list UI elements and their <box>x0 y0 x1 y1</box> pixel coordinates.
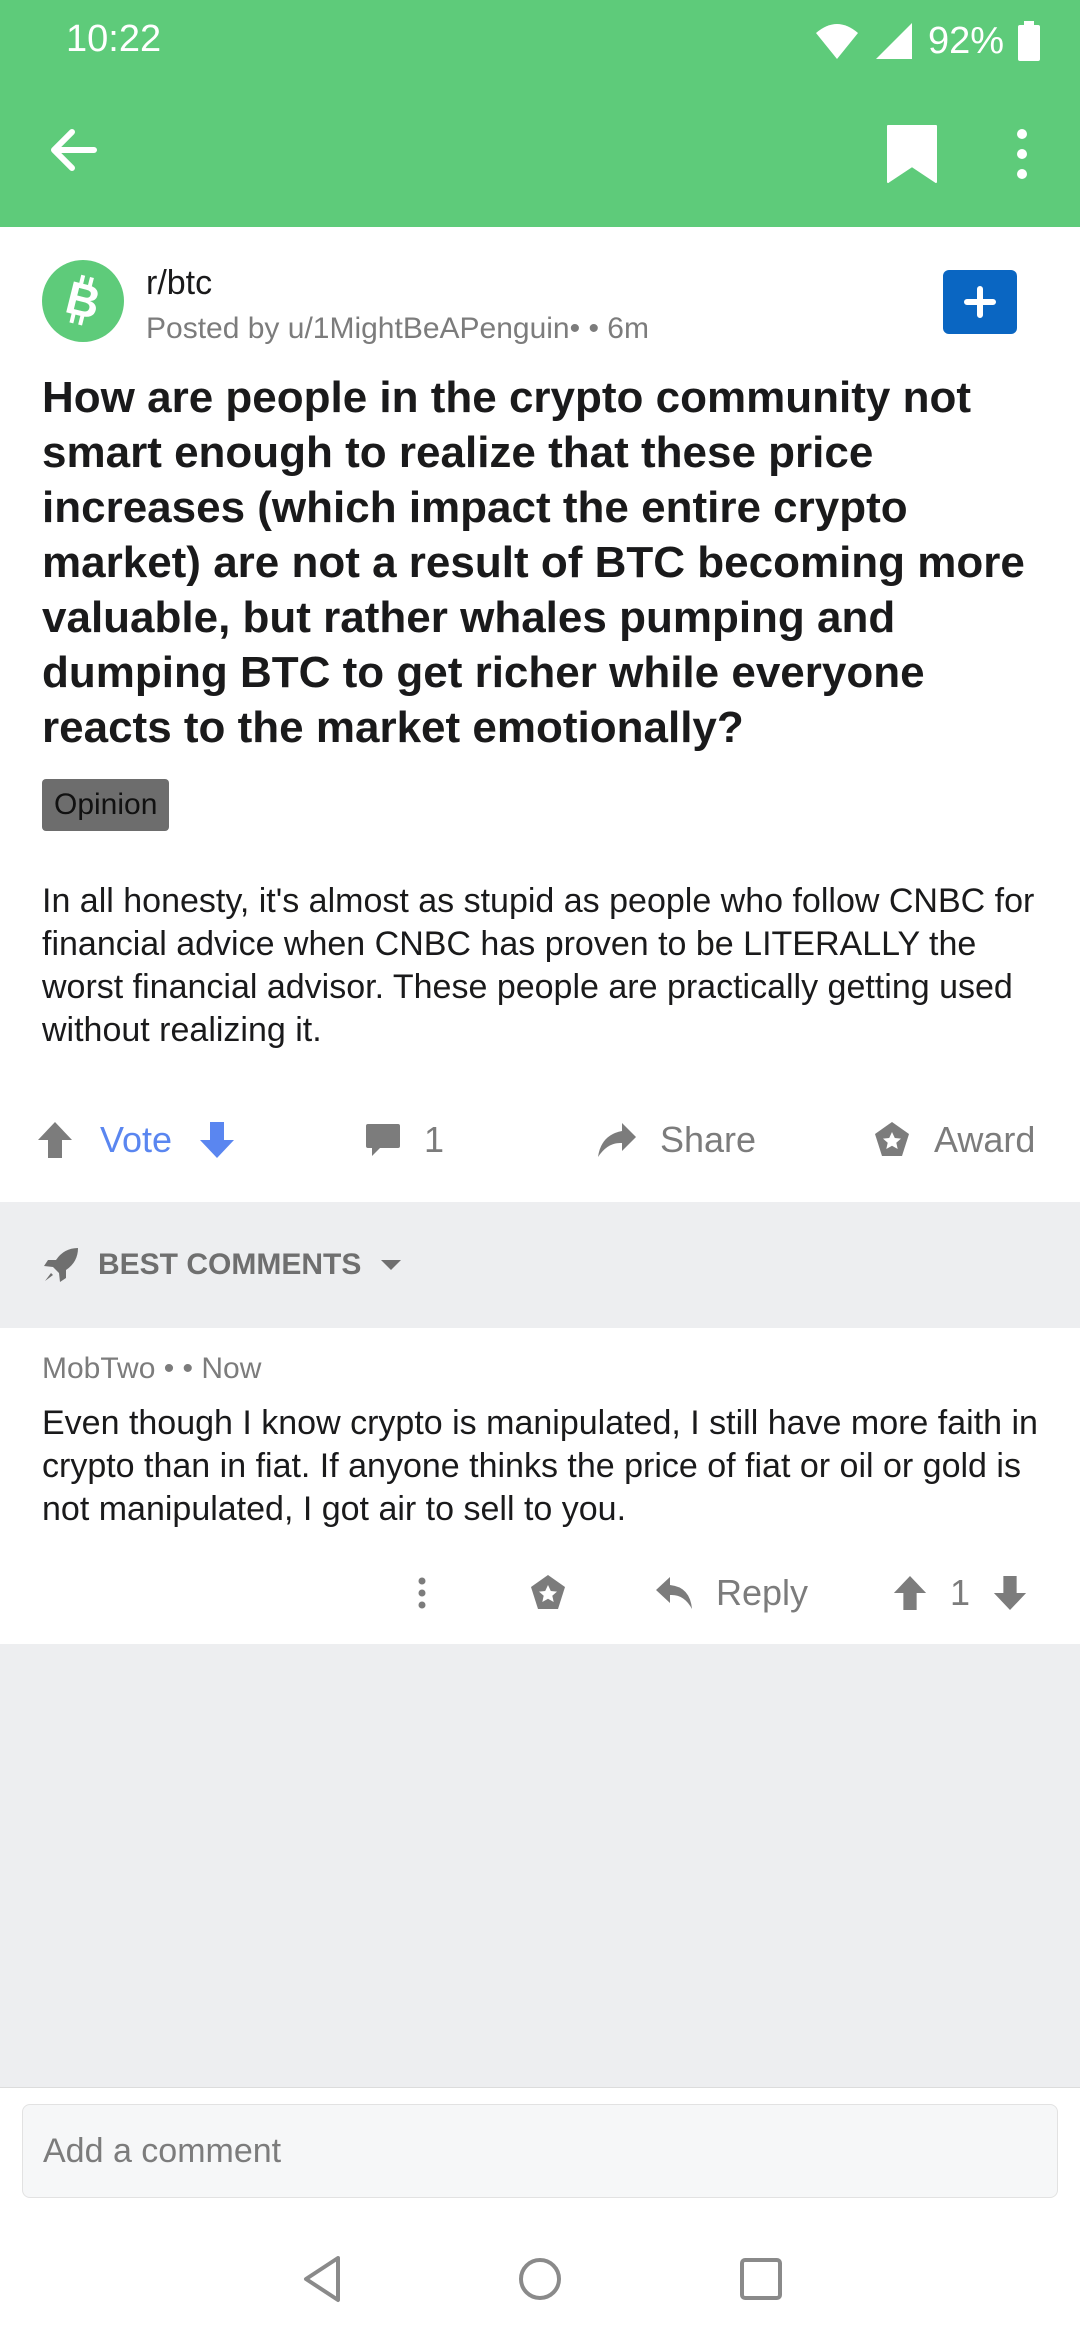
app-header: 10:22 92% <box>0 0 1080 227</box>
comment-score: 1 <box>950 1572 971 1613</box>
upvote-icon[interactable] <box>36 1120 74 1160</box>
subreddit-avatar[interactable]: B <box>42 260 124 342</box>
comment-author[interactable]: MobTwo • • Now <box>42 1352 261 1386</box>
comment-award-button[interactable] <box>528 1558 568 1628</box>
vote-label: Vote <box>100 1119 173 1160</box>
post-actions: Vote 1 Share Award <box>0 1100 1080 1180</box>
comment-count: 1 <box>424 1119 445 1160</box>
status-time: 10:22 <box>66 18 162 60</box>
downvote-icon[interactable] <box>992 1574 1028 1612</box>
award-icon <box>531 1575 565 1609</box>
divider <box>0 2087 1080 2088</box>
post-body: In all honesty, it's almost as stupid as… <box>42 882 1035 1049</box>
bitcoin-icon: B <box>61 271 106 329</box>
wifi-icon <box>815 24 858 59</box>
reply-icon <box>656 1577 692 1609</box>
join-subreddit-button[interactable] <box>943 270 1017 334</box>
post-title: How are people in the crypto community n… <box>42 373 1025 752</box>
bookmark-icon[interactable] <box>884 124 940 184</box>
home-nav-icon[interactable] <box>505 2244 575 2314</box>
comment-vote-control: 1 <box>892 1558 1028 1628</box>
add-comment-input[interactable]: Add a comment <box>22 2104 1058 2198</box>
rocket-icon <box>44 1248 78 1282</box>
more-vertical-icon[interactable] <box>1000 124 1044 184</box>
comment-more-button[interactable] <box>404 1558 440 1628</box>
share-icon <box>598 1123 636 1157</box>
more-vertical-icon <box>418 1577 426 1609</box>
chevron-down-icon <box>381 1260 402 1270</box>
comment-reply-button[interactable]: Reply <box>654 1558 808 1628</box>
subreddit-name[interactable]: r/btc <box>146 264 212 303</box>
comment-body: Even though I know crypto is manipulated… <box>42 1404 1038 1528</box>
share-label: Share <box>660 1119 757 1160</box>
sort-label: BEST COMMENTS <box>98 1248 362 1281</box>
empty-area <box>0 1644 1080 2088</box>
status-icons: 92% <box>814 18 1040 64</box>
share-button[interactable]: Share <box>596 1100 756 1180</box>
reply-label: Reply <box>716 1572 809 1613</box>
back-arrow-icon[interactable] <box>44 120 104 180</box>
comments-sort-bar: BEST COMMENTS <box>0 1202 1080 1328</box>
award-button[interactable]: Award <box>872 1100 1035 1180</box>
battery-icon <box>1018 21 1040 61</box>
back-nav-icon[interactable] <box>288 2244 358 2314</box>
battery-level: 92% <box>927 19 1004 62</box>
award-icon <box>875 1122 909 1156</box>
sort-dropdown[interactable]: BEST COMMENTS <box>42 1202 403 1328</box>
comment-icon <box>366 1124 400 1156</box>
signal-icon <box>875 23 912 59</box>
downvote-icon[interactable] <box>198 1120 236 1160</box>
comment-actions: Reply 1 <box>0 1558 1080 1628</box>
plus-icon <box>964 286 996 318</box>
system-nav-bar <box>0 2220 1080 2340</box>
post-meta: Posted by u/1MightBeAPenguin• • 6m <box>146 312 649 345</box>
comments-button[interactable]: 1 <box>364 1100 444 1180</box>
vote-control: Vote <box>36 1100 236 1180</box>
award-label: Award <box>934 1119 1036 1160</box>
post-flair[interactable]: Opinion <box>42 779 170 831</box>
recents-nav-icon[interactable] <box>726 2244 796 2314</box>
upvote-icon[interactable] <box>892 1574 928 1612</box>
